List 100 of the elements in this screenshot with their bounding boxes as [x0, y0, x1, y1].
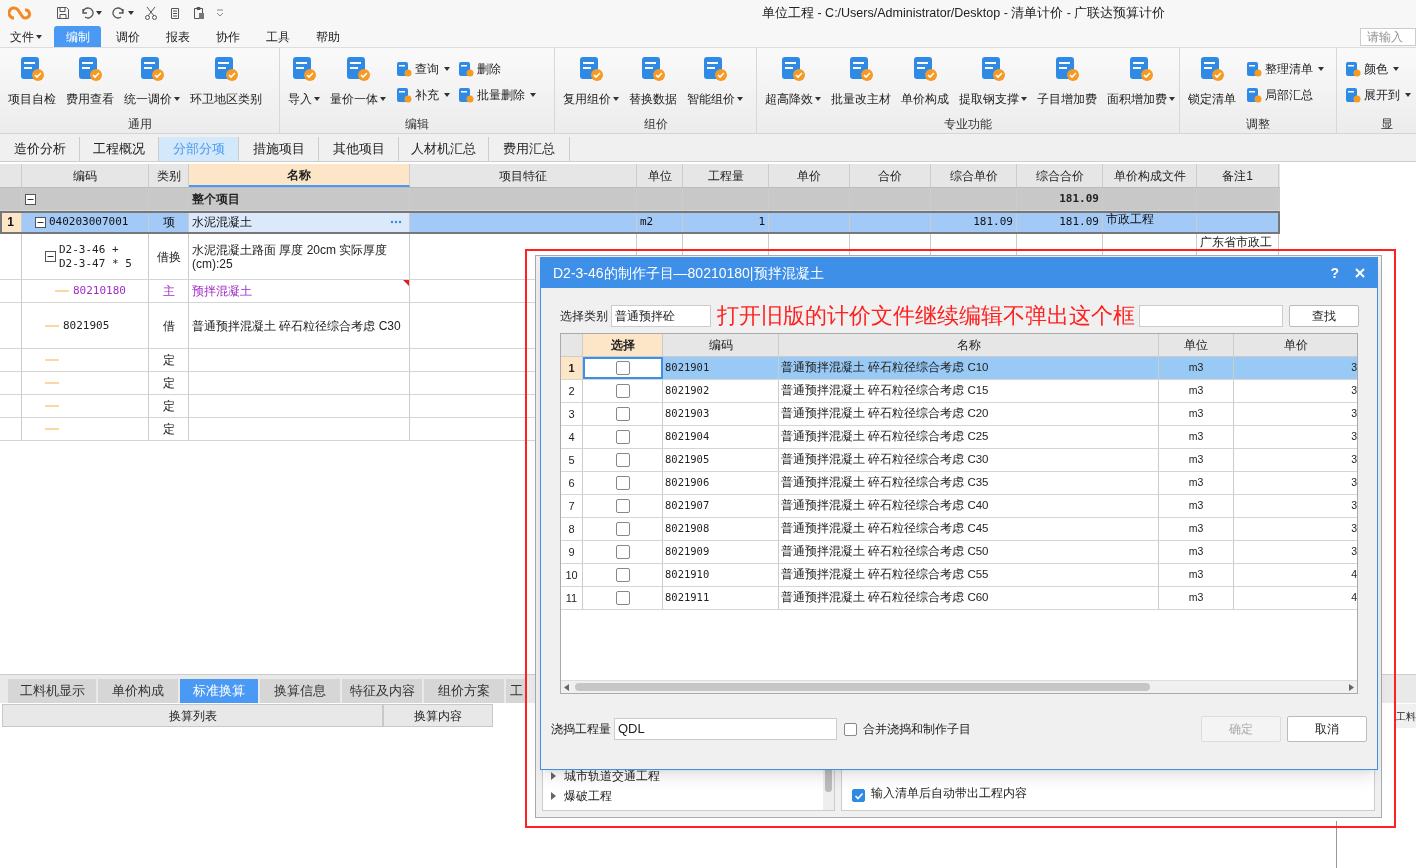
column-header[interactable]: 单价 [769, 164, 850, 187]
column-header[interactable]: 工程量 [683, 164, 769, 187]
menu-tab[interactable]: 报表 [155, 26, 201, 47]
dropdown-field[interactable]: 普通预拌砼 [611, 305, 711, 327]
ribbon-button[interactable]: 展开到 [1345, 86, 1411, 104]
column-header[interactable]: 合价 [850, 164, 931, 187]
ribbon-button[interactable]: 子目增加费 [1033, 56, 1101, 108]
ribbon-button[interactable]: 查询 [396, 60, 450, 78]
table-row[interactable]: 9 8021909 普通预拌混凝土 碎石粒径综合考虑 C50 m3 3 [561, 541, 1357, 564]
ribbon-button[interactable]: 补充 [396, 86, 450, 104]
checkbox[interactable] [615, 568, 630, 582]
column-header[interactable]: 选择 [583, 334, 663, 356]
ribbon-button[interactable]: 批量改主材 [827, 56, 895, 108]
menu-tab[interactable]: 调价 [105, 26, 151, 47]
menu-tab[interactable]: 协作 [205, 26, 251, 47]
cancel-button[interactable]: 取消 [1287, 716, 1367, 742]
column-header[interactable]: 换算内容 [383, 704, 493, 727]
ribbon-button[interactable]: 环卫地区类别 [186, 56, 266, 108]
collapse-icon[interactable] [45, 251, 56, 262]
table-row[interactable]: 5 8021905 普通预拌混凝土 碎石粒径综合考虑 C30 m3 3 [561, 449, 1357, 472]
menu-tab[interactable]: 工具 [255, 26, 301, 47]
customize-icon[interactable] [216, 9, 224, 17]
copy-icon[interactable] [168, 6, 182, 20]
panel-tab[interactable]: 单价构成 [98, 679, 178, 703]
ribbon-button[interactable]: 提取钢支撑 [955, 56, 1031, 108]
checkbox[interactable] [615, 361, 630, 375]
panel-tab[interactable]: 工料 [1396, 704, 1416, 728]
checkbox[interactable] [615, 384, 630, 398]
column-header[interactable]: 综合单价 [931, 164, 1017, 187]
ribbon-button[interactable]: 颜色 [1345, 60, 1411, 78]
column-header[interactable]: 换算列表 [2, 704, 383, 727]
ribbon-button[interactable]: 统一调价 [120, 56, 184, 108]
cut-icon[interactable] [144, 6, 158, 20]
table-row[interactable]: 6 8021906 普通预拌混凝土 碎石粒径综合考虑 C35 m3 3 [561, 472, 1357, 495]
checkbox[interactable] [852, 789, 865, 802]
ribbon-button[interactable]: 量价一体 [326, 56, 390, 108]
undo-icon[interactable] [80, 6, 94, 20]
ribbon-button[interactable]: 替换数据 [625, 56, 681, 108]
ribbon-button[interactable]: 导入 [284, 56, 324, 108]
column-header[interactable]: 编码 [663, 334, 779, 356]
column-header[interactable]: 综合合价 [1017, 164, 1103, 187]
ribbon-button[interactable]: 局部汇总 [1246, 86, 1324, 104]
checkbox[interactable] [615, 545, 630, 559]
checkbox[interactable] [615, 476, 630, 490]
ribbon-button[interactable]: 费用查看 [62, 56, 118, 108]
tree-item[interactable]: 城市轨道交通工程 [564, 767, 660, 785]
input-field[interactable]: QDL [614, 718, 837, 740]
panel-tab[interactable]: 换算信息 [260, 679, 340, 703]
panel-tab[interactable]: 工 [506, 679, 526, 703]
search-field[interactable]: 请输入 [1360, 28, 1416, 46]
find-button[interactable]: 查找 [1289, 305, 1359, 327]
table-row[interactable]: 4 8021904 普通预拌混凝土 碎石粒径综合考虑 C25 m3 3 [561, 426, 1357, 449]
table-row[interactable]: 11 8021911 普通预拌混凝土 碎石粒径综合考虑 C60 m3 4 [561, 587, 1357, 610]
menu-tab[interactable]: 文件 [2, 26, 50, 47]
ribbon-button[interactable]: 超高降效 [761, 56, 825, 108]
tree-item[interactable]: 爆破工程 [564, 787, 612, 805]
table-row[interactable]: 8 8021908 普通预拌混凝土 碎石粒径综合考虑 C45 m3 3 [561, 518, 1357, 541]
expand-arrow-icon[interactable] [551, 772, 556, 780]
expand-arrow-icon[interactable] [551, 792, 556, 800]
panel-tab[interactable]: 组价方案 [424, 679, 504, 703]
menu-tab[interactable]: 帮助 [305, 26, 351, 47]
ribbon-button[interactable]: 面积增加费 [1103, 56, 1179, 108]
ribbon-button[interactable]: 整理清单 [1246, 60, 1324, 78]
column-header[interactable]: 名称 [779, 334, 1159, 356]
column-header[interactable]: 单位 [1159, 334, 1234, 356]
table-row[interactable]: 10 8021910 普通预拌混凝土 碎石粒径综合考虑 C55 m3 4 [561, 564, 1357, 587]
column-header[interactable]: 备注1 [1197, 164, 1279, 187]
ribbon-button[interactable]: 项目自检 [4, 56, 60, 108]
search-field[interactable] [1139, 305, 1283, 327]
table-row[interactable]: 2 8021902 普通预拌混凝土 碎石粒径综合考虑 C15 m3 3 [561, 380, 1357, 403]
collapse-icon[interactable] [25, 193, 36, 205]
checkbox[interactable] [615, 591, 630, 605]
table-row[interactable]: 3 8021903 普通预拌混凝土 碎石粒径综合考虑 C20 m3 3 [561, 403, 1357, 426]
column-header[interactable]: 单价构成文件 [1103, 164, 1197, 187]
checkbox[interactable] [615, 453, 630, 467]
scrollbar[interactable] [561, 680, 1357, 693]
ribbon-button[interactable]: 批量删除 [458, 86, 536, 104]
checkbox[interactable] [844, 722, 857, 736]
column-header[interactable]: 单位 [637, 164, 683, 187]
ribbon-button[interactable]: 单价构成 [897, 56, 953, 108]
checkbox[interactable] [615, 430, 630, 444]
panel-tab[interactable]: 特征及内容 [342, 679, 422, 703]
column-header[interactable]: 单价 [1234, 334, 1357, 356]
collapse-icon[interactable] [35, 216, 46, 228]
redo-icon[interactable] [112, 6, 126, 20]
checkbox[interactable] [615, 522, 630, 536]
paste-icon[interactable] [192, 6, 206, 20]
table-row[interactable]: 1 040203007001 项 水泥混凝土 m2 1 181.09 181.09 市政工程 [0, 211, 1280, 234]
table-row[interactable]: 1 8021901 普通预拌混凝土 碎石粒径综合考虑 C10 m3 3 [561, 357, 1357, 380]
more-icon[interactable] [390, 220, 402, 224]
ribbon-button[interactable]: 智能组价 [683, 56, 747, 108]
column-header[interactable]: 名称 [189, 164, 410, 187]
table-row[interactable]: 7 8021907 普通预拌混凝土 碎石粒径综合考虑 C40 m3 3 [561, 495, 1357, 518]
ribbon-button[interactable]: 锁定清单 [1184, 56, 1240, 108]
ribbon-button[interactable]: 删除 [458, 60, 536, 78]
column-header[interactable]: 项目特征 [410, 164, 637, 187]
close-icon[interactable] [1355, 268, 1365, 278]
checkbox[interactable] [615, 499, 630, 513]
scroll-right-icon[interactable] [1349, 683, 1354, 691]
scroll-left-icon[interactable] [564, 683, 569, 691]
